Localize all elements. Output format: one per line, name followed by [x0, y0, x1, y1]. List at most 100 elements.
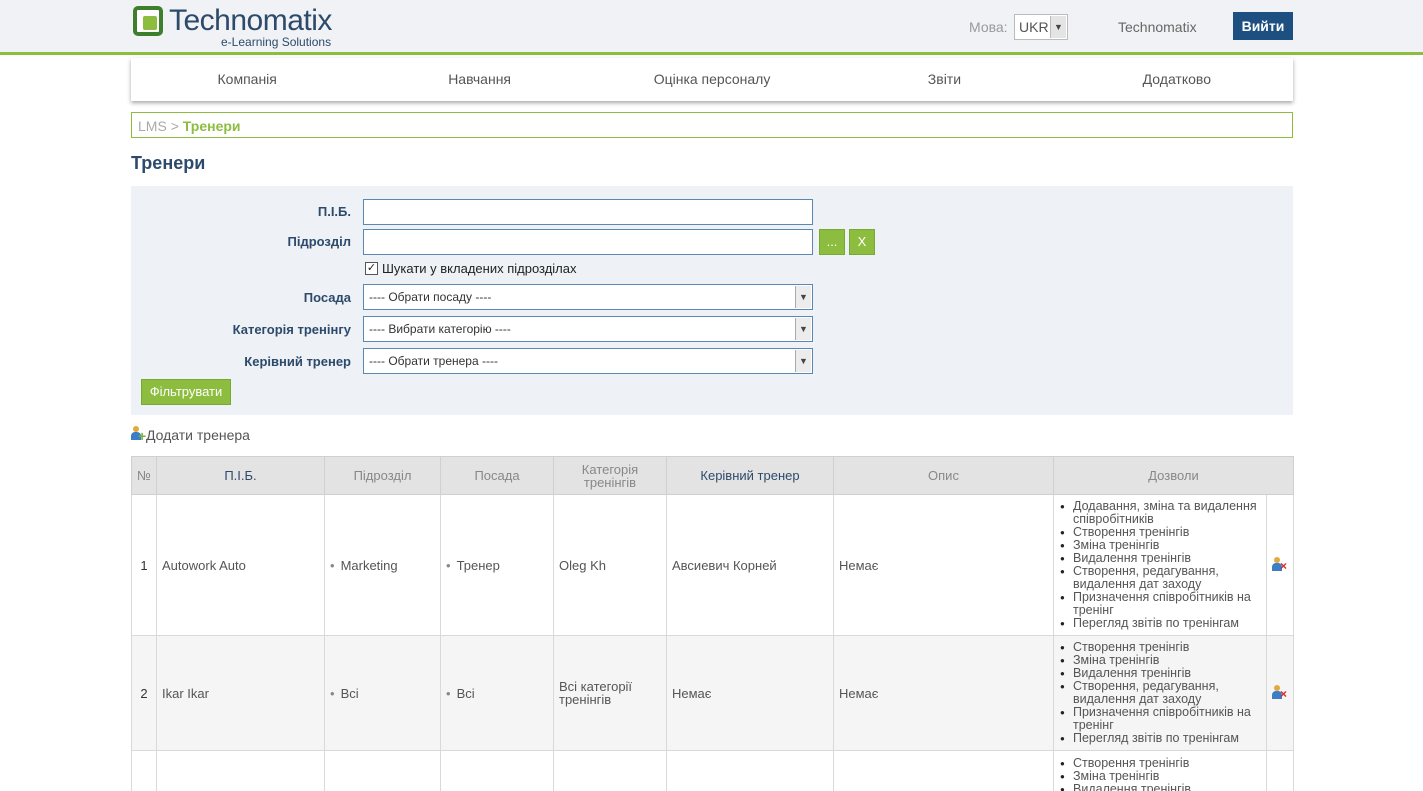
language-select[interactable]: UKR ▼ [1014, 14, 1068, 40]
trainer-permissions: Створення тренінгів Зміна тренінгів Вида… [1053, 750, 1267, 791]
position-select-value: ---- Обрати посаду ---- [369, 290, 492, 304]
permission-item: Перегляд звітів по тренінгам [1060, 617, 1261, 631]
trainer-permissions: Додавання, зміна та видалення співробітн… [1053, 494, 1267, 636]
permission-item: Перегляд звітів по тренінгам [1060, 732, 1261, 746]
main-nav: Компанія Навчання Оцінка персоналу Звіти… [131, 58, 1293, 101]
row-number: 2 [131, 635, 157, 751]
department-clear-button[interactable]: X [849, 229, 875, 255]
column-header-lead-trainer[interactable]: Керівний тренер [666, 456, 834, 495]
trainer-category: Всі категорії тренінгів [553, 635, 667, 751]
trainer-position: Всі [440, 635, 554, 751]
row-actions [1265, 750, 1295, 791]
page-title: Тренери [131, 153, 206, 173]
category-select[interactable]: ---- Вибрати категорію ---- ▼ [363, 316, 813, 342]
column-header-department: Підрозділ [324, 456, 441, 495]
filter-button[interactable]: Фільтрувати [141, 379, 231, 405]
column-header-permissions: Дозволи [1052, 456, 1295, 495]
chevron-down-icon: ▼ [795, 286, 811, 308]
name-input[interactable] [363, 199, 813, 225]
logo-text: Technomatix [169, 4, 332, 37]
trainer-position-value: Тренер [446, 558, 500, 573]
column-header-name[interactable]: П.І.Б. [156, 456, 325, 495]
add-trainer-link[interactable]: + Додати тренера [131, 426, 250, 443]
department-input[interactable] [363, 229, 813, 255]
trainer-position: Тренер [440, 494, 554, 636]
trainer-name: Autowork Auto [156, 494, 325, 636]
permissions-list: Створення тренінгів Зміна тренінгів Вида… [1059, 757, 1261, 791]
name-label: П.І.Б. [317, 204, 351, 219]
breadcrumb-current: Тренери [182, 118, 241, 134]
nested-departments-label: Шукати у вкладених підрозділах [382, 261, 577, 276]
trainer-category: Oleg Kh [553, 494, 667, 636]
table-row: Створення тренінгів Зміна тренінгів Вида… [131, 750, 1295, 791]
trainer-lead [666, 750, 834, 791]
filter-panel: П.І.Б. Підрозділ ... X ✓ Шукати у вкладе… [131, 186, 1293, 415]
column-header-description: Опис [833, 456, 1054, 495]
delete-user-icon[interactable]: × [1272, 556, 1288, 572]
permission-item: Створення, редагування, видалення дат за… [1060, 565, 1261, 591]
language-label: Мова: [969, 19, 1008, 35]
category-label: Категорія тренінгу [232, 322, 351, 337]
breadcrumb-separator: > [170, 118, 179, 134]
delete-user-icon[interactable]: × [1272, 684, 1288, 700]
column-header-number: № [131, 456, 157, 495]
trainer-category [553, 750, 667, 791]
nested-departments-checkbox[interactable]: ✓ [365, 262, 378, 275]
trainer-description: Немає [833, 635, 1054, 751]
chevron-down-icon: ▼ [1050, 16, 1066, 38]
trainers-table: № П.І.Б. Підрозділ Посада Категорія трен… [131, 456, 1295, 791]
lead-trainer-label: Керівний тренер [244, 354, 351, 369]
trainer-lead: Немає [666, 635, 834, 751]
breadcrumb-root-link[interactable]: LMS [138, 118, 167, 134]
category-select-value: ---- Вибрати категорію ---- [369, 322, 511, 336]
add-trainer-label: Додати тренера [146, 427, 250, 443]
add-user-icon: + [131, 426, 146, 443]
permission-item: Видалення тренінгів [1060, 783, 1261, 791]
lead-trainer-select-value: ---- Обрати тренера ---- [369, 354, 498, 368]
position-label: Посада [303, 290, 351, 305]
header: Technomatix e-Learning Solutions Мова: U… [0, 0, 1423, 55]
permission-item: Створення, редагування, видалення дат за… [1060, 680, 1261, 706]
logout-button[interactable]: Вийти [1233, 12, 1293, 40]
breadcrumb: LMS > Тренери [131, 112, 1293, 138]
trainer-name [156, 750, 325, 791]
permission-item: Призначення співробітників на тренінг [1060, 706, 1261, 732]
row-number [131, 750, 157, 791]
trainer-department-value: Marketing [330, 558, 398, 573]
nav-item-additional[interactable]: Додатково [1061, 58, 1293, 101]
permissions-list: Створення тренінгів Зміна тренінгів Вида… [1059, 641, 1261, 746]
row-actions: × [1265, 494, 1295, 636]
permission-item: Додавання, зміна та видалення співробітн… [1060, 500, 1261, 526]
logo-subtitle: e-Learning Solutions [221, 35, 332, 49]
row-number: 1 [131, 494, 157, 636]
nav-item-assessment[interactable]: Оцінка персоналу [596, 58, 828, 101]
lead-trainer-select[interactable]: ---- Обрати тренера ---- ▼ [363, 348, 813, 374]
table-row: 2 Ikar Ikar Всі Всі Всі категорії тренін… [131, 635, 1295, 751]
trainer-name: Ikar Ikar [156, 635, 325, 751]
department-browse-button[interactable]: ... [819, 229, 845, 255]
table-header-row: № П.І.Б. Підрозділ Посада Категорія трен… [131, 456, 1295, 495]
trainer-department-value: Всі [330, 686, 359, 701]
logo[interactable]: Technomatix e-Learning Solutions [133, 4, 343, 50]
nav-item-reports[interactable]: Звіти [828, 58, 1060, 101]
chevron-down-icon: ▼ [795, 350, 811, 372]
column-header-position: Посада [440, 456, 554, 495]
trainer-position-value: Всі [446, 686, 475, 701]
trainer-department: Всі [324, 635, 441, 751]
column-header-category: Категорія тренінгів [553, 456, 667, 495]
trainer-description: Немає [833, 494, 1054, 636]
department-label: Підрозділ [287, 234, 351, 249]
nav-item-learning[interactable]: Навчання [363, 58, 595, 101]
chevron-down-icon: ▼ [795, 318, 811, 340]
permissions-list: Додавання, зміна та видалення співробітн… [1059, 500, 1261, 631]
trainer-description [833, 750, 1054, 791]
user-name-link[interactable]: Technomatix [1118, 19, 1197, 35]
table-row: 1 Autowork Auto Marketing Тренер Oleg Kh… [131, 494, 1295, 636]
logo-icon [133, 6, 163, 36]
permission-item: Призначення співробітників на тренінг [1060, 591, 1261, 617]
trainer-permissions: Створення тренінгів Зміна тренінгів Вида… [1053, 635, 1267, 751]
trainer-department: Marketing [324, 494, 441, 636]
position-select[interactable]: ---- Обрати посаду ---- ▼ [363, 284, 813, 310]
language-value: UKR [1019, 19, 1049, 35]
nav-item-company[interactable]: Компанія [131, 58, 363, 101]
